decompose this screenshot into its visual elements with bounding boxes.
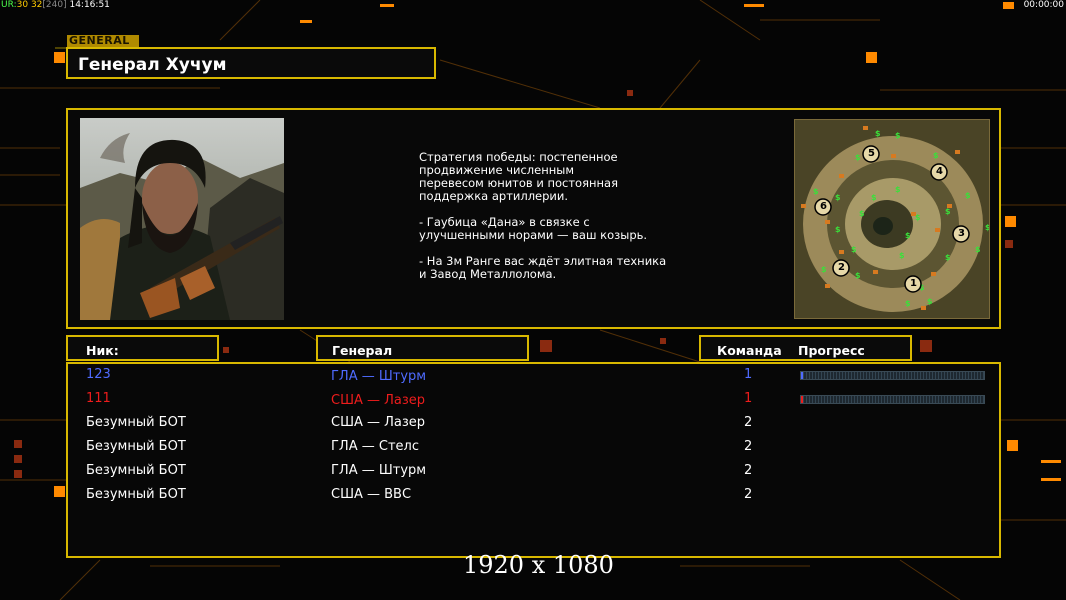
player-row: Безумный БОТ США — Лазер 2 bbox=[0, 415, 1066, 435]
general-name: Генерал Хучум bbox=[78, 55, 227, 75]
start-position-6: 6 bbox=[820, 201, 827, 212]
start-positions: 1 2 3 4 5 6 bbox=[795, 120, 989, 318]
player-team: 2 bbox=[744, 487, 753, 502]
start-position-2: 2 bbox=[838, 262, 845, 273]
progress-header: Прогресс bbox=[798, 343, 865, 358]
start-position-4: 4 bbox=[936, 166, 943, 177]
player-general: США — Лазер bbox=[331, 415, 426, 430]
general-title-box: Генерал Хучум bbox=[66, 47, 436, 79]
clock: 14:16:51 bbox=[69, 0, 110, 10]
fps-value-2: 32 bbox=[30, 0, 43, 10]
team-progress-header-box: Команда Прогресс bbox=[699, 335, 912, 361]
player-general: ГЛА — Штурм bbox=[331, 369, 427, 384]
fps-label: UR: bbox=[1, 0, 17, 10]
general-tag: GENERAL bbox=[67, 35, 139, 47]
general-description: Стратегия победы: постепенное продвижени… bbox=[419, 151, 689, 281]
progress-bar bbox=[800, 395, 985, 404]
player-row: 111 США — Лазер 1 bbox=[0, 391, 1066, 411]
start-position-5: 5 bbox=[868, 148, 875, 159]
player-team: 1 bbox=[744, 391, 753, 406]
player-team: 2 bbox=[744, 415, 753, 430]
map-preview: $$$ $$$ $$$ $$$ $$$ $$$ $$$ $$$ bbox=[794, 119, 990, 319]
progress-bar bbox=[800, 371, 985, 380]
player-nick: Безумный БОТ bbox=[86, 487, 186, 502]
fps-bracket: [240] bbox=[42, 0, 67, 10]
player-team: 1 bbox=[744, 367, 753, 382]
start-position-1: 1 bbox=[910, 278, 917, 289]
player-team: 2 bbox=[744, 463, 753, 478]
player-general: ГЛА — Стелс bbox=[331, 439, 419, 454]
player-row: Безумный БОТ ГЛА — Штурм 2 bbox=[0, 463, 1066, 483]
player-general: США — Лазер bbox=[331, 393, 426, 408]
description-line: и Завод Металлолома. bbox=[419, 267, 557, 281]
player-nick: Безумный БОТ bbox=[86, 415, 186, 430]
nick-header: Ник: bbox=[86, 343, 119, 358]
player-row: Безумный БОТ ГЛА — Стелс 2 bbox=[0, 439, 1066, 459]
progress-fill bbox=[801, 396, 803, 403]
description-line: поддержка артиллерии. bbox=[419, 189, 569, 203]
game-timer: 00:00:00 bbox=[1023, 0, 1064, 10]
general-header: Генерал bbox=[332, 343, 393, 358]
player-nick: Безумный БОТ bbox=[86, 463, 186, 478]
player-nick: Безумный БОТ bbox=[86, 439, 186, 454]
progress-fill bbox=[801, 372, 803, 379]
resolution-label: 1920 x 1080 bbox=[463, 551, 614, 579]
player-team: 2 bbox=[744, 439, 753, 454]
fps-counter: UR:30 32[240] 14:16:51 bbox=[1, 0, 110, 10]
general-portrait bbox=[80, 118, 284, 320]
player-nick: 111 bbox=[86, 391, 111, 406]
start-position-3: 3 bbox=[958, 228, 965, 239]
general-header-box: Генерал bbox=[316, 335, 529, 361]
player-row: 123 ГЛА — Штурм 1 bbox=[0, 367, 1066, 387]
description-line: улучшенными норами — ваш козырь. bbox=[419, 228, 648, 242]
player-row: Безумный БОТ США — ВВС 2 bbox=[0, 487, 1066, 507]
player-general: США — ВВС bbox=[331, 487, 412, 502]
team-header: Команда bbox=[717, 343, 782, 358]
player-general: ГЛА — Штурм bbox=[331, 463, 427, 478]
player-nick: 123 bbox=[86, 367, 111, 382]
fps-value: 30 bbox=[16, 0, 29, 10]
nick-header-box: Ник: bbox=[66, 335, 219, 361]
